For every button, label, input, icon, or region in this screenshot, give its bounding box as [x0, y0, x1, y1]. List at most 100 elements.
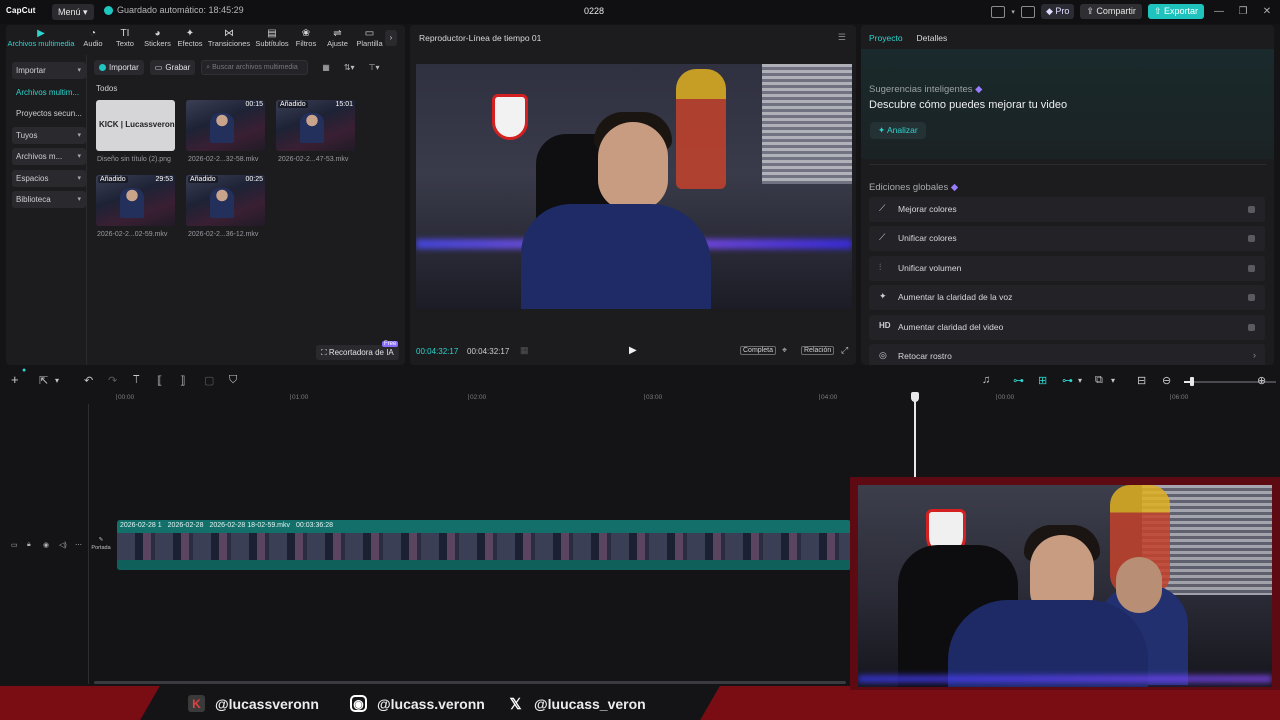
premium-toggle[interactable] — [1248, 324, 1255, 331]
video-preview[interactable] — [416, 64, 852, 309]
delete-icon[interactable]: ▢ — [204, 374, 214, 387]
chevron-down-icon[interactable]: ▾ — [55, 376, 59, 385]
more-icon[interactable]: ⋯ — [75, 541, 82, 549]
analyze-button[interactable]: ✦ Analizar — [870, 122, 926, 139]
global-edit-unify-volume[interactable]: ⫶ Unificar volumen — [869, 256, 1265, 281]
tab-template[interactable]: ▭ Plantilla — [354, 25, 385, 53]
shortcuts-icon[interactable] — [1020, 5, 1035, 18]
trim-right-icon[interactable]: ⟧ — [180, 374, 185, 387]
global-edit-unify-colors[interactable]: ⟋ Unificar colores — [869, 226, 1265, 251]
maximize-button[interactable]: ❐ — [1234, 6, 1252, 17]
media-thumbnail[interactable]: Añadido 00:25 — [186, 175, 265, 226]
link-icon[interactable]: ⊶ — [1013, 374, 1024, 387]
playhead[interactable] — [914, 393, 916, 483]
media-thumbnail[interactable]: 00:15 — [186, 100, 265, 151]
layout-icon[interactable] — [991, 5, 1006, 18]
tab-audio[interactable]: ◔ Audio — [76, 25, 110, 53]
media-thumbnail[interactable]: Añadido 15:01 — [276, 100, 355, 151]
top-right-controls: ▾ ◆ Pro ⇪ Compartir ⇧ Exportar — ❐ ✕ — [991, 4, 1276, 19]
close-button[interactable]: ✕ — [1258, 6, 1276, 17]
import-button[interactable]: Importar — [94, 60, 144, 75]
sidebar-item-media[interactable]: Archivos multim... — [12, 84, 86, 101]
tab-project[interactable]: Proyecto — [869, 33, 903, 43]
cover-button[interactable]: ✎ Portada — [90, 536, 112, 558]
global-edit-retouch-face[interactable]: ◎ Retocar rostro › — [869, 344, 1265, 365]
screenshot-icon[interactable]: ⌖ — [782, 345, 787, 356]
player-menu-icon[interactable]: ☰ — [838, 32, 846, 43]
premium-toggle[interactable] — [1248, 294, 1255, 301]
zoom-in-icon[interactable]: ⊕ — [1257, 374, 1266, 387]
capcut-window: CapCut Menú ▾ Guardado automático: 18:45… — [0, 0, 1280, 720]
microphone-icon[interactable]: ♫ — [982, 374, 990, 386]
eye-icon[interactable]: ◉ — [43, 541, 49, 549]
tab-adjust[interactable]: ⇌ Ajuste — [321, 25, 354, 53]
grid-view-icon[interactable]: ▦ — [322, 63, 330, 72]
tab-media[interactable]: ▶ Archivos multimedia — [6, 25, 76, 53]
speaker-icon[interactable]: ◁) — [59, 541, 67, 549]
tab-effects[interactable]: ✦ Efectos — [175, 25, 205, 53]
tab-text[interactable]: TI Texto — [110, 25, 140, 53]
zoom-out-icon[interactable]: ⊖ — [1162, 374, 1171, 387]
chevron-down-icon[interactable]: ▾ — [1111, 376, 1115, 385]
premium-toggle[interactable] — [1248, 235, 1255, 242]
lock-icon[interactable]: 🔒︎ — [27, 541, 31, 549]
tab-details[interactable]: Detalles — [917, 33, 948, 43]
split-icon[interactable]: ⟙ — [133, 374, 140, 387]
ai-crop-button[interactable]: ⛶ Recortadora de IA — [316, 345, 399, 360]
sidebar-item-library[interactable]: Biblioteca ▾ — [12, 191, 86, 208]
record-button[interactable]: ▭ Grabar — [149, 60, 196, 75]
sort-icon[interactable]: ⇅▾ — [344, 63, 355, 72]
sidebar-item-subprojects[interactable]: Proyectos secun... — [12, 105, 86, 122]
sidebar-item-yours[interactable]: Tuyos ▾ — [12, 126, 86, 144]
video-clip[interactable]: 2026-02-28 1 2026-02-28 2026-02-28 18-02… — [117, 520, 851, 570]
pro-button[interactable]: ◆ Pro — [1040, 4, 1075, 19]
play-button[interactable]: ▶ — [629, 345, 637, 356]
tab-stickers[interactable]: ◕ Stickers — [140, 25, 175, 53]
minimize-button[interactable]: — — [1210, 6, 1228, 17]
global-edit-label: Aumentar la claridad de la voz — [898, 292, 1013, 302]
trim-left-icon[interactable]: ⟦ — [157, 374, 162, 387]
magnet-icon[interactable]: ⊞ — [1038, 374, 1047, 387]
media-thumbnail[interactable]: KICK | Lucassveronn — [96, 100, 175, 151]
chevron-right-icon: › — [1253, 350, 1256, 360]
filter-icon[interactable]: ⊤▾ — [369, 63, 380, 72]
preview-axis-icon[interactable]: ⧉ — [1095, 374, 1103, 387]
shield-icon[interactable]: ⛉ — [229, 374, 237, 387]
chevron-down-icon[interactable]: ▾ — [1078, 376, 1082, 385]
search-input[interactable]: ⌕ Buscar archivos multimedia — [201, 60, 309, 75]
global-edit-voice-clarity[interactable]: ✦ Aumentar la claridad de la voz — [869, 285, 1265, 310]
global-edit-enhance-colors[interactable]: ⟋ Mejorar colores — [869, 197, 1265, 222]
tab-subtitles[interactable]: ▤ Subtítulos — [253, 25, 291, 53]
fullscreen-icon[interactable]: ⤢ — [841, 345, 848, 356]
full-quality-button[interactable]: Completa — [740, 346, 776, 355]
share-button[interactable]: ⇪ Compartir — [1080, 4, 1142, 19]
redo-icon[interactable]: ↷ — [108, 374, 117, 387]
menu-button[interactable]: Menú ▾ — [52, 4, 94, 20]
track-thumbnail-icon[interactable]: ▭ — [11, 541, 18, 549]
snap-icon[interactable]: ⊶ — [1062, 374, 1073, 387]
timeline-scrollbar[interactable] — [94, 681, 846, 684]
global-edit-video-clarity[interactable]: HD Aumentar claridad del video — [869, 315, 1265, 340]
timeline-ruler[interactable]: 00:00 01:00 02:00 03:00 04:00 00:00 06:0… — [88, 392, 1280, 404]
suggestions-title-text: Sugerencias inteligentes — [869, 84, 973, 95]
sidebar-item-media-files[interactable]: Archivos m... ▾ — [12, 148, 86, 165]
add-track-icon[interactable]: + — [11, 372, 19, 387]
layout-dropdown-icon[interactable]: ▾ — [1011, 8, 1015, 16]
timecode-grid-icon[interactable]: ▦ — [520, 345, 529, 356]
premium-toggle[interactable] — [1248, 206, 1255, 213]
premium-toggle[interactable] — [1248, 265, 1255, 272]
sidebar-item-spaces[interactable]: Espacios ▾ — [12, 169, 86, 187]
tab-transitions[interactable]: ⋈ Transiciones — [205, 25, 253, 53]
tab-filters[interactable]: ❀ Filtros — [291, 25, 321, 53]
sidebar-item-import[interactable]: Importar ▾ — [12, 62, 86, 79]
export-button[interactable]: ⇧ Exportar — [1147, 4, 1204, 19]
zoom-slider-handle[interactable] — [1190, 377, 1194, 386]
duration-label: 00:25 — [245, 176, 263, 183]
caption-icon[interactable]: ⊟ — [1137, 374, 1146, 387]
media-thumbnail[interactable]: Añadido 29:53 — [96, 175, 175, 226]
playhead-handle[interactable] — [911, 392, 919, 402]
undo-icon[interactable]: ↶ — [84, 374, 93, 387]
select-tool-icon[interactable]: ⇱ — [39, 374, 48, 387]
ratio-button[interactable]: Relación — [801, 346, 835, 355]
tabs-scroll-right-icon[interactable]: › — [385, 30, 397, 46]
